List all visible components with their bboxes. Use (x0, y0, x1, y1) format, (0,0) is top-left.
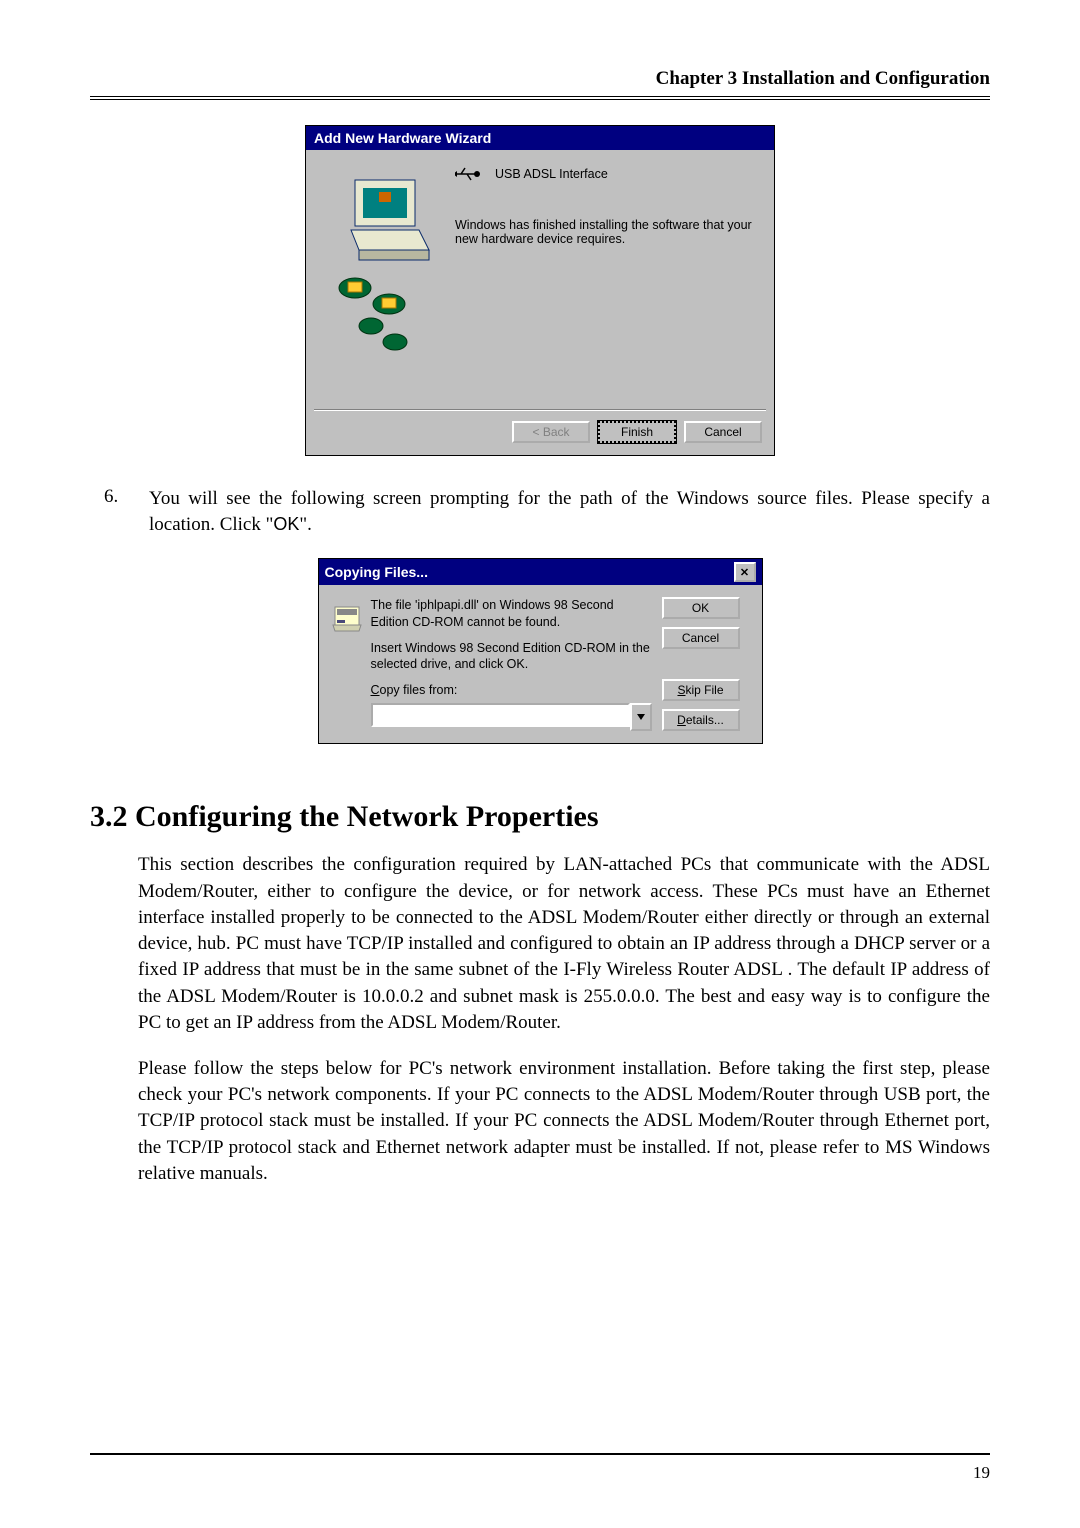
copying-files-title: Copying Files... (325, 564, 428, 580)
finish-button[interactable]: Finish (598, 421, 676, 443)
cancel-button[interactable]: Cancel (684, 421, 762, 443)
wizard-titlebar: Add New Hardware Wizard (306, 126, 774, 150)
step-6: 6. You will see the following screen pro… (90, 486, 990, 538)
back-button: < Back (512, 421, 590, 443)
close-icon[interactable]: ✕ (734, 562, 756, 582)
usb-device-icon (455, 164, 485, 184)
disk-icon (331, 597, 371, 731)
copy-from-label: Copy files from: (371, 682, 652, 698)
wizard-device-name: USB ADSL Interface (495, 167, 608, 181)
cancel-button[interactable]: Cancel (662, 627, 740, 649)
page-number: 19 (90, 1463, 990, 1483)
copying-msg-2: Insert Windows 98 Second Edition CD-ROM … (371, 640, 652, 673)
section-para-2: Please follow the steps below for PC's n… (138, 1056, 990, 1187)
footer-divider (90, 1453, 990, 1455)
section-heading: 3.2 Configuring the Network Properties (90, 800, 990, 834)
ok-button[interactable]: OK (662, 597, 740, 619)
copying-files-dialog: Copying Files... ✕ The file 'iphlpapi.dl… (318, 558, 763, 744)
details-button[interactable]: Details... (662, 709, 740, 731)
section-para-1: This section describes the configuration… (138, 852, 990, 1036)
skip-file-button[interactable]: Skip File (662, 679, 740, 701)
wizard-body-text: Windows has finished installing the soft… (455, 218, 760, 246)
computer-hardware-icon (333, 170, 443, 360)
wizard-graphic (320, 164, 455, 399)
step-number: 6. (90, 486, 149, 538)
step-text: You will see the following screen prompt… (149, 486, 990, 538)
header-divider (90, 96, 990, 100)
add-hardware-wizard-dialog: Add New Hardware Wizard (305, 125, 775, 456)
copy-from-combobox[interactable] (371, 703, 652, 731)
chevron-down-icon[interactable] (630, 703, 652, 731)
chapter-header: Chapter 3 Installation and Configuration (90, 68, 990, 90)
copy-from-input[interactable] (371, 703, 630, 727)
copying-msg-1: The file 'iphlpapi.dll' on Windows 98 Se… (371, 597, 652, 630)
